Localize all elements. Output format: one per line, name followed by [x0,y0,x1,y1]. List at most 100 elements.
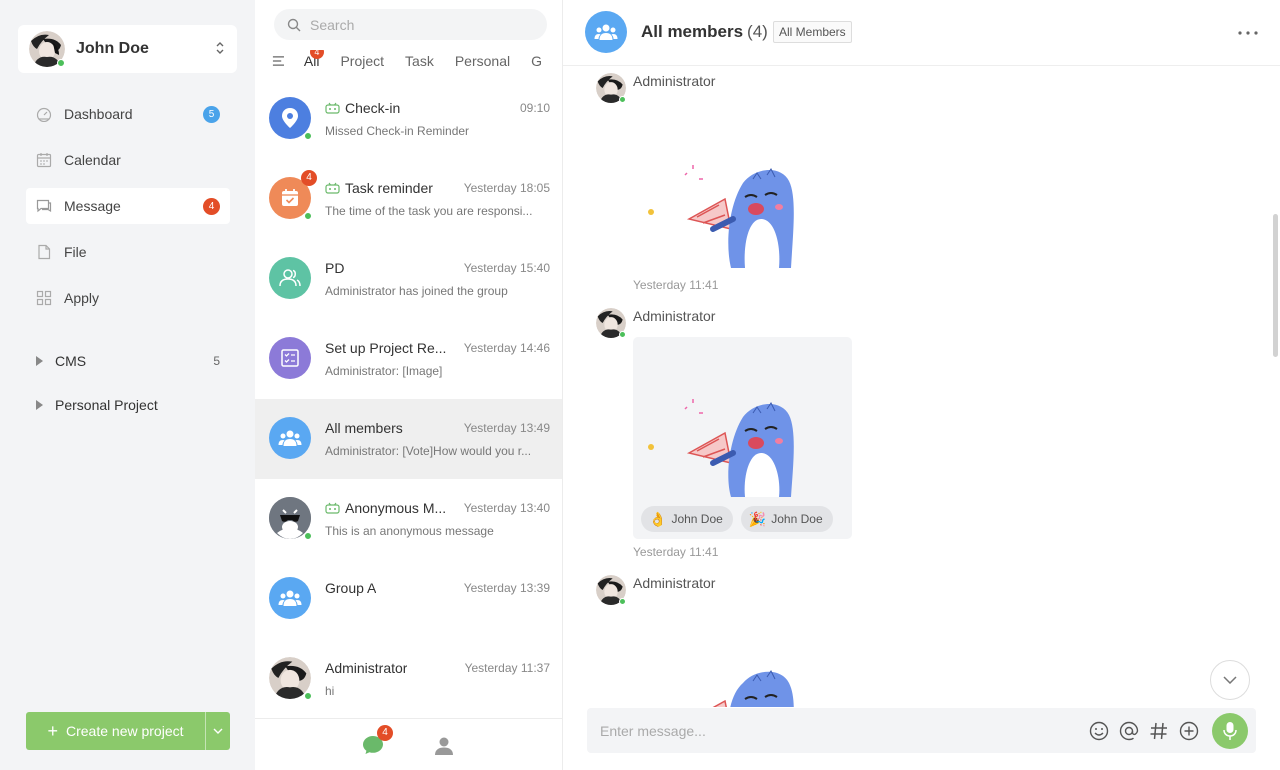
user-name: John Doe [76,40,149,57]
conversation-item[interactable]: PD Yesterday 15:40 Administrator has joi… [255,239,562,319]
message-list: Administrator Yesterday 11:41 Administra… [563,67,1280,707]
add-attachment-icon[interactable] [1178,720,1200,742]
conversation-panel: All 4 Project Task Personal G Check-in 0… [255,0,563,770]
nav-label: Apply [64,290,100,306]
emoji-icon[interactable] [1088,720,1110,742]
conversation-title-text: Group A [325,580,377,596]
conversation-title-text: Check-in [345,100,401,116]
project-tree: CMS 5 Personal Project [36,348,230,436]
chat-title: All members (4) [641,22,768,42]
tab-task[interactable]: Task [405,53,434,69]
tab-all[interactable]: All 4 [304,50,324,69]
tab-badge: 4 [309,50,324,59]
conversation-time: Yesterday 13:40 [463,501,550,515]
user-photo-avatar [269,657,312,700]
group-type-tag: All Members [773,21,852,43]
checklist-icon [269,337,311,379]
person-icon [435,737,453,755]
calendar-check-icon: 4 [269,170,317,220]
nav-item-file[interactable]: File [26,234,230,270]
ok-hand-emoji: 👌 [649,510,667,527]
tab-group[interactable]: G [531,53,542,69]
conversation-item[interactable]: Set up Project Re... Yesterday 14:46 Adm… [255,319,562,399]
member-count: (4) [747,22,768,41]
nav-label: Message [64,198,121,214]
project-item-personal[interactable]: Personal Project [36,392,230,418]
conversation-title: Administrator [325,660,407,676]
expand-arrow-icon [36,356,43,366]
reaction-chip[interactable]: 🎉 John Doe [740,506,833,532]
nav-label: Calendar [64,152,121,168]
message-input[interactable] [587,722,1088,739]
nav-label: Dashboard [64,106,133,122]
filter-tabs: All 4 Project Task Personal G [272,50,563,72]
create-project-button[interactable]: + Create new project [26,712,205,750]
expand-arrow-icon [36,400,43,410]
conversation-item[interactable]: 4 Task reminder Yesterday 18:05 The time… [255,159,562,239]
more-options-icon[interactable] [1238,22,1258,36]
bot-icon [325,502,340,514]
nav-label: File [64,244,87,260]
sender-avatar[interactable] [596,73,626,103]
scroll-to-bottom-button[interactable] [1210,660,1250,700]
hashtag-icon[interactable] [1148,720,1170,742]
sticker-image[interactable] [633,123,851,268]
group-icon [269,577,311,619]
bot-icon [325,182,340,194]
create-project-label: Create new project [66,723,184,739]
tab-project[interactable]: Project [340,53,384,69]
conversation-title-text: All members [325,420,403,436]
chevron-down-icon [213,728,223,734]
conversation-item[interactable]: Group A Yesterday 13:39 [255,559,562,639]
sidebar: John Doe Dashboard 5 Calendar Message 4 [0,0,255,770]
nav-item-apply[interactable]: Apply [26,280,230,316]
scrollbar-thumb[interactable] [1273,214,1278,357]
conversation-item[interactable]: Administrator Yesterday 11:37 hi [255,639,562,719]
sticker-message-bubble[interactable]: 👌 John Doe 🎉 John Doe [633,337,852,539]
tab-contacts[interactable] [434,736,454,761]
project-label: Personal Project [55,397,158,413]
sticker-image[interactable] [633,665,851,707]
dinosaur-party-sticker [648,165,794,268]
tab-chats[interactable]: 4 [362,725,393,760]
online-status-dot [619,331,626,338]
mention-icon[interactable] [1118,720,1140,742]
conversation-time: Yesterday 14:46 [463,341,550,355]
conversation-item[interactable]: Anonymous M... Yesterday 13:40 This is a… [255,479,562,559]
conversation-title: Anonymous M... [325,500,446,516]
project-label: CMS [55,353,87,369]
conversation-item[interactable]: Check-in 09:10 Missed Check-in Reminder [255,79,562,159]
reaction-list: 👌 John Doe 🎉 John Doe [641,506,833,532]
conversation-title-text: Task reminder [345,180,433,196]
create-project-dropdown[interactable] [205,712,230,750]
conversation-time: 09:10 [519,101,550,115]
conversation-item[interactable]: All members Yesterday 13:49 Administrato… [255,399,562,479]
calendar-icon [36,152,52,168]
conversation-preview: Administrator: [Vote]How would you r... [325,444,532,458]
sender-avatar[interactable] [596,308,626,338]
search-input[interactable] [310,16,530,33]
conversation-preview: This is an anonymous message [325,524,494,538]
sort-menu-icon[interactable] [272,55,285,67]
switch-chevron-icon[interactable] [215,40,225,58]
nav-badge: 5 [203,106,220,123]
nav-item-calendar[interactable]: Calendar [26,142,230,178]
project-item-cms[interactable]: CMS 5 [36,348,230,374]
reaction-chip[interactable]: 👌 John Doe [641,506,733,532]
bottom-tab-bar: 4 [255,718,562,770]
voice-record-button[interactable] [1212,712,1248,749]
chat-panel: All members (4) All Members Administrator [563,0,1280,770]
nav-item-message[interactable]: Message 4 [26,188,230,224]
nav-badge: 4 [203,198,220,215]
user-switcher[interactable]: John Doe [18,25,237,73]
sender-avatar[interactable] [596,575,626,605]
conversation-title: Check-in [325,100,400,116]
nav-item-dashboard[interactable]: Dashboard 5 [26,96,230,132]
sender-name: Administrator [633,575,716,591]
tab-personal[interactable]: Personal [455,53,510,69]
conversation-preview: hi [325,684,335,698]
conversation-time: Yesterday 13:39 [463,581,550,595]
group-icon [585,11,627,53]
conversation-title-text: Set up Project Re... [325,340,447,356]
chat-header: All members (4) All Members [563,0,1280,66]
